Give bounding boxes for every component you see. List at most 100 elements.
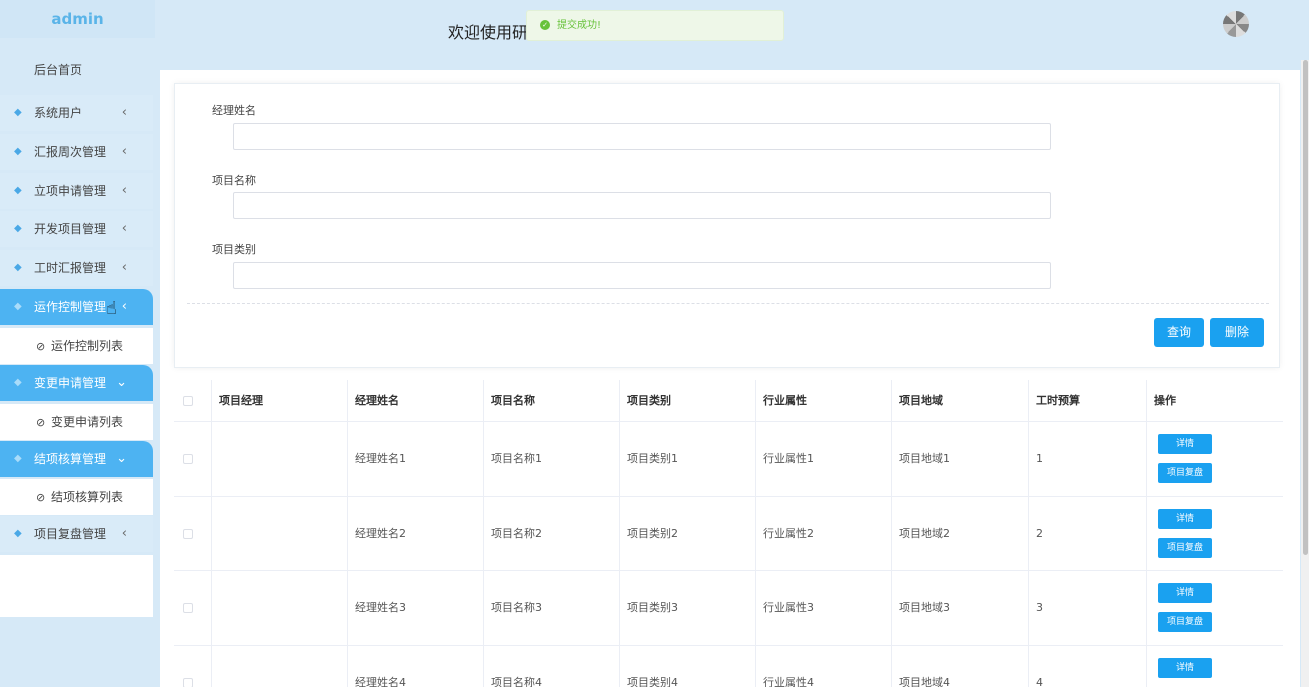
diamond-icon: ◆ xyxy=(14,184,22,196)
success-check-icon: ✓ xyxy=(540,20,550,30)
sidebar-item-project-review[interactable]: ◆ 项目复盘管理 ‹ xyxy=(0,516,153,553)
detail-button[interactable]: 详情 xyxy=(1158,657,1212,678)
cell-project-name: 项目名称2 xyxy=(483,496,619,571)
table-header: 项目经理 经理姓名 项目名称 项目类别 行业属性 项目地域 工时预算 操作 xyxy=(174,380,1283,422)
project-category-input[interactable] xyxy=(233,262,1051,289)
cell-industry: 行业属性1 xyxy=(755,422,891,496)
cell-manager xyxy=(211,645,347,687)
row-checkbox[interactable] xyxy=(183,528,193,539)
sidebar-subitem-label: 运作控制列表 xyxy=(51,338,124,353)
avatar[interactable] xyxy=(1223,11,1249,37)
cell-region: 项目地域1 xyxy=(891,422,1028,496)
sidebar-item-operation-control[interactable]: ◆ 运作控制管理 ‹ xyxy=(0,288,153,325)
sidebar-item-label: 立项申请管理 xyxy=(34,183,107,198)
detail-button[interactable]: 详情 xyxy=(1158,508,1212,529)
chevron-left-icon: ‹ xyxy=(121,143,127,159)
sidebar-subitem-label: 变更申请列表 xyxy=(51,414,124,429)
column-header: 操作 xyxy=(1146,380,1283,422)
column-header: 项目类别 xyxy=(619,380,755,422)
diamond-icon: ◆ xyxy=(14,107,22,118)
cell-actions: 详情 项目复盘 xyxy=(1146,422,1283,496)
sidebar-item-system-users[interactable]: ◆ 系统用户 ‹ xyxy=(0,95,153,131)
diamond-icon: ◆ xyxy=(14,223,22,235)
cell-project-category: 项目类别3 xyxy=(619,571,755,645)
cell-project-category: 项目类别4 xyxy=(619,645,755,687)
cell-budget: 3 xyxy=(1028,571,1146,645)
diamond-icon: ◆ xyxy=(14,528,22,540)
top-header: 欢迎使用研 ✓ 提交成功! xyxy=(155,0,1305,70)
cell-region: 项目地域3 xyxy=(891,571,1028,645)
sidebar-item-report-weeks[interactable]: ◆ 汇报周次管理 ‹ xyxy=(0,133,153,170)
chevron-left-icon: ‹ xyxy=(121,221,127,237)
cell-manager-name: 经理姓名1 xyxy=(347,422,483,496)
cell-manager xyxy=(211,496,347,571)
sidebar-subitem-operation-control-list[interactable]: ⊘ 运作控制列表 xyxy=(0,327,153,364)
detail-button[interactable]: 详情 xyxy=(1158,434,1212,454)
sidebar-nav: 后台首页 ◆ 系统用户 ‹ ◆ 汇报周次管理 ‹ ◆ 立项申请管理 ‹ ◆ 开发… xyxy=(0,50,153,618)
column-header: 项目经理 xyxy=(211,380,347,422)
cell-industry: 行业属性2 xyxy=(755,496,891,571)
sidebar-item-label: 汇报周次管理 xyxy=(34,144,107,159)
sidebar-item-label: 开发项目管理 xyxy=(34,222,107,237)
cell-project-category: 项目类别1 xyxy=(619,422,755,496)
cell-budget: 2 xyxy=(1028,496,1146,571)
diamond-icon: ◆ xyxy=(14,145,22,157)
cell-region: 项目地域2 xyxy=(891,496,1028,571)
form-divider xyxy=(187,303,1269,304)
cell-actions: 详情 项目复盘 xyxy=(1146,496,1283,571)
table-row: 经理姓名3 项目名称3 项目类别3 行业属性3 项目地域3 3 详情 项目复盘 xyxy=(174,571,1283,646)
check-circle-icon: ⊘ xyxy=(36,491,46,505)
cell-manager-name: 经理姓名4 xyxy=(347,645,483,687)
delete-button[interactable]: 删除 xyxy=(1210,318,1264,347)
sidebar-empty-area xyxy=(0,555,153,618)
main-content: 经理姓名 项目名称 项目类别 查询 删除 项目经理 经理姓名 项目名称 项目类别… xyxy=(160,70,1300,687)
query-button[interactable]: 查询 xyxy=(1154,318,1204,347)
cell-industry: 行业属性3 xyxy=(755,571,891,645)
project-review-button[interactable]: 项目复盘 xyxy=(1158,612,1212,632)
welcome-title: 欢迎使用研 xyxy=(448,23,529,42)
cell-industry: 行业属性4 xyxy=(755,645,891,687)
sidebar-item-label: 变更申请管理 xyxy=(34,375,107,390)
row-checkbox[interactable] xyxy=(183,677,193,687)
table-row: 经理姓名2 项目名称2 项目类别2 行业属性2 项目地域2 2 详情 项目复盘 xyxy=(174,496,1283,571)
sidebar-item-label: 项目复盘管理 xyxy=(34,527,107,542)
sidebar-item-home[interactable]: 后台首页 xyxy=(0,50,153,90)
cell-actions: 详情 项目复盘 xyxy=(1146,645,1283,687)
sidebar-item-label: 系统用户 xyxy=(34,106,83,120)
column-header: 工时预算 xyxy=(1028,380,1146,422)
project-review-button[interactable]: 项目复盘 xyxy=(1158,537,1212,558)
manager-name-label: 经理姓名 xyxy=(212,104,256,117)
cell-project-name: 项目名称4 xyxy=(483,645,619,687)
select-all-checkbox[interactable] xyxy=(183,396,193,406)
sidebar-subitem-closing-accounting-list[interactable]: ⊘ 结项核算列表 xyxy=(0,479,153,516)
chevron-down-icon: ⌄ xyxy=(116,374,127,390)
vertical-scrollbar-thumb[interactable] xyxy=(1303,60,1308,555)
sidebar-item-dev-projects[interactable]: ◆ 开发项目管理 ‹ xyxy=(0,211,153,248)
project-name-label: 项目名称 xyxy=(212,174,256,187)
project-review-button[interactable]: 项目复盘 xyxy=(1158,463,1212,483)
column-header: 行业属性 xyxy=(755,380,891,422)
hand-cursor-icon: ☝ xyxy=(106,298,117,319)
row-checkbox[interactable] xyxy=(183,454,193,464)
cell-actions: 详情 项目复盘 xyxy=(1146,571,1283,645)
sidebar-item-label: 工时汇报管理 xyxy=(34,261,107,276)
manager-name-input[interactable] xyxy=(233,123,1051,150)
data-table: 项目经理 经理姓名 项目名称 项目类别 行业属性 项目地域 工时预算 操作 经理… xyxy=(174,380,1283,687)
cell-budget: 1 xyxy=(1028,422,1146,496)
table-row: 经理姓名1 项目名称1 项目类别1 行业属性1 项目地域1 1 详情 项目复盘 xyxy=(174,422,1283,497)
row-checkbox[interactable] xyxy=(183,603,193,613)
search-form: 经理姓名 项目名称 项目类别 查询 删除 xyxy=(174,83,1280,368)
project-name-input[interactable] xyxy=(233,192,1051,219)
sidebar-item-closing-accounting[interactable]: ◆ 结项核算管理 ⌄ xyxy=(0,440,153,477)
diamond-icon: ◆ xyxy=(14,300,22,312)
sidebar-item-label: 运作控制管理 xyxy=(34,299,107,314)
sidebar-item-label: 结项核算管理 xyxy=(34,451,107,466)
sidebar-item-project-application[interactable]: ◆ 立项申请管理 ‹ xyxy=(0,172,153,209)
sidebar-item-hours-report[interactable]: ◆ 工时汇报管理 ‹ xyxy=(0,250,153,287)
detail-button[interactable]: 详情 xyxy=(1158,583,1212,603)
cell-project-name: 项目名称3 xyxy=(483,571,619,645)
sidebar-subitem-change-request-list[interactable]: ⊘ 变更申请列表 xyxy=(0,403,153,440)
cell-manager xyxy=(211,422,347,496)
sidebar-item-change-request[interactable]: ◆ 变更申请管理 ⌄ xyxy=(0,364,153,401)
column-header: 经理姓名 xyxy=(347,380,483,422)
